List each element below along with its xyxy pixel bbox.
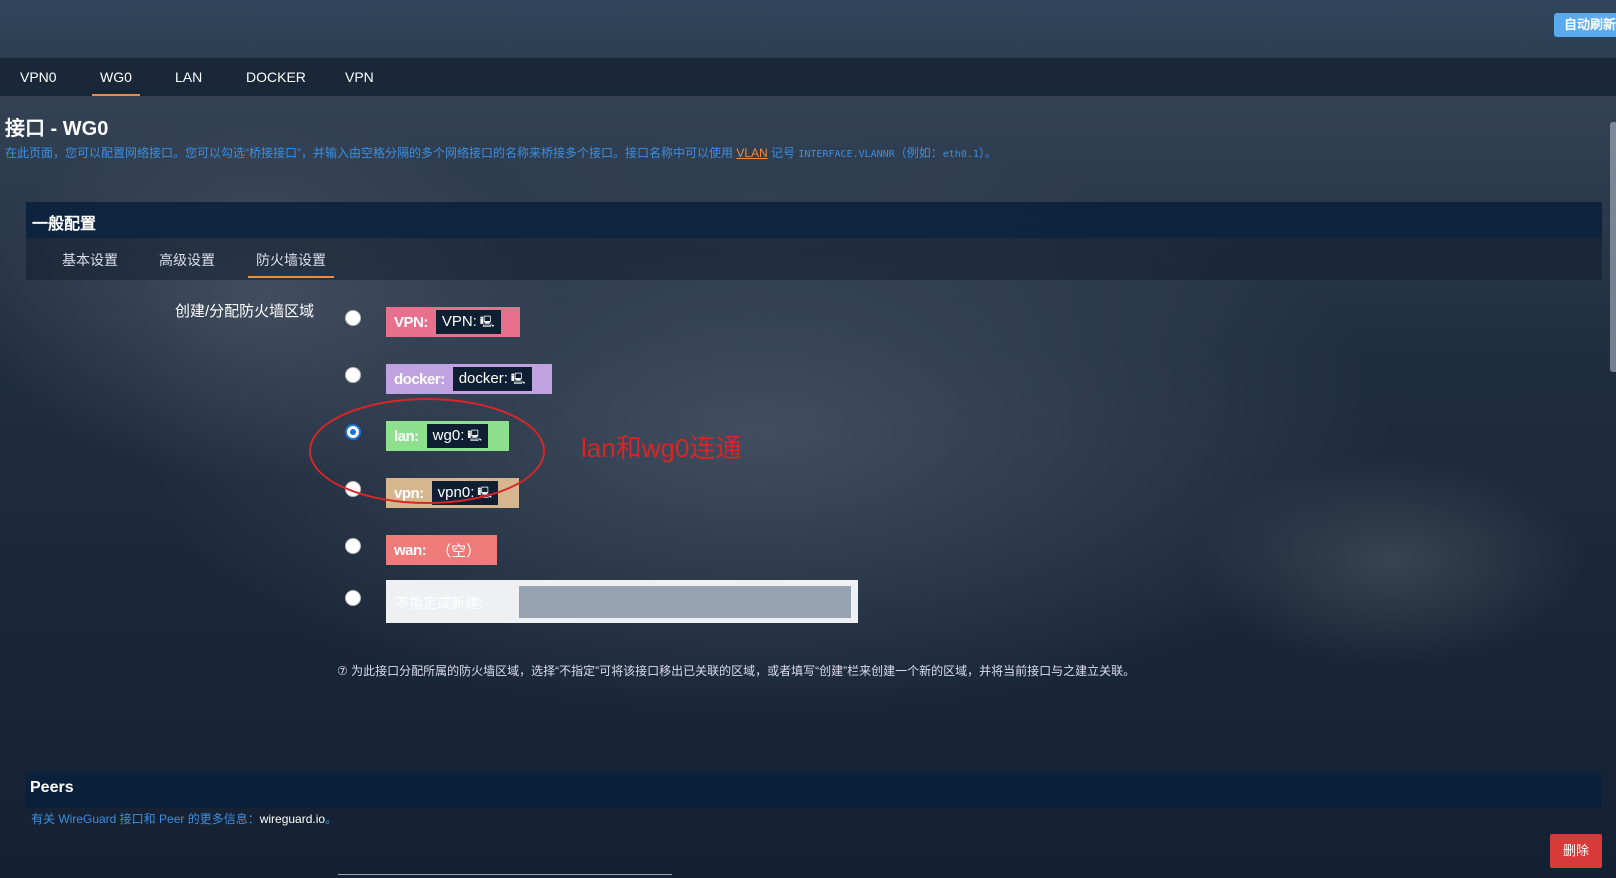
tab-docker[interactable]: DOCKER (246, 58, 306, 96)
config-subtabs: 基本设置 高级设置 防火墙设置 (26, 238, 1602, 280)
desc-code: INTERFACE.VLANNR (798, 149, 895, 160)
tab-lan[interactable]: LAN (175, 58, 202, 96)
network-icon: 🖳 (479, 316, 495, 328)
zone-name: docker: (394, 370, 445, 388)
delete-button[interactable]: 删除 (1550, 834, 1602, 868)
bridge-icon: 🖳 (510, 373, 526, 385)
peers-info-end: 。 (325, 812, 338, 826)
page-description: 在此页面，您可以配置网络接口。您可以勾选“桥接接口”，并输入由空格分隔的多个网络… (5, 144, 997, 161)
zone-empty-text: （空） (436, 542, 482, 560)
desc-text-after: （例如： (894, 146, 943, 160)
page-title: 接口 - WG0 (5, 118, 109, 140)
tab-vpn[interactable]: VPN (345, 58, 374, 96)
zone-badge-docker: docker: docker: 🖳 (386, 364, 552, 394)
tab-firewall-settings[interactable]: 防火墙设置 (248, 250, 334, 278)
peers-info-text: 有关 WireGuard 接口和 Peer 的更多信息： (31, 812, 260, 826)
peers-info: 有关 WireGuard 接口和 Peer 的更多信息：wireguard.io… (31, 810, 337, 827)
peers-title: Peers (30, 779, 74, 796)
vlan-link[interactable]: VLAN (736, 146, 767, 160)
firewall-help-text: ⑦ 为此接口分配所属的防火墙区域，选择“不指定”可将该接口移出已关联的区域，或者… (337, 664, 1136, 678)
new-zone-input[interactable] (519, 586, 851, 618)
interface-tabs: VPN0 WG0 LAN DOCKER VPN (0, 58, 1616, 96)
desc-text-mid: 记号 (767, 146, 799, 160)
zone-radio-vpn-upper[interactable] (345, 310, 361, 326)
scrollbar[interactable] (1610, 122, 1616, 372)
tab-vpn0[interactable]: VPN0 (20, 58, 57, 96)
zone-radio-unspecified[interactable] (345, 590, 361, 606)
zone-badge-vpn-upper: VPN: VPN: 🖳 (386, 307, 520, 337)
peers-header: Peers (26, 772, 1602, 808)
divider (338, 874, 672, 875)
tab-wg0[interactable]: WG0 (92, 58, 140, 96)
top-bar: 自动刷新 (0, 0, 1616, 58)
interface-name: docker: (458, 370, 508, 387)
desc-text-end: ）。 (978, 146, 997, 160)
new-zone-field: 不指定或新建: (386, 580, 858, 623)
firewall-zone-label: 创建/分配防火墙区域 (175, 303, 315, 320)
section-title: 一般配置 (32, 216, 97, 233)
zone-name: VPN: (394, 313, 428, 331)
general-config-header: 一般配置 (26, 202, 1602, 238)
new-zone-label: 不指定或新建: (395, 595, 483, 611)
zone-interface: VPN: 🖳 (435, 310, 501, 334)
zone-interface: docker: 🖳 (452, 367, 532, 391)
interface-name: VPN: (441, 313, 477, 330)
zone-radio-wan[interactable] (345, 538, 361, 554)
auto-refresh-button[interactable]: 自动刷新 (1554, 13, 1616, 37)
tab-basic-settings[interactable]: 基本设置 (62, 250, 118, 270)
zone-badge-wan: wan: （空） (386, 535, 497, 565)
wireguard-link[interactable]: wireguard.io (260, 812, 325, 826)
zone-radio-docker[interactable] (345, 367, 361, 383)
annotation-text: lan和wg0连通 (581, 433, 742, 463)
desc-example: eth0.1 (942, 149, 979, 160)
zone-name: wan: (394, 541, 427, 559)
desc-text: 在此页面，您可以配置网络接口。您可以勾选“桥接接口”，并输入由空格分隔的多个网络… (5, 146, 737, 160)
annotation-ellipse (309, 398, 545, 504)
tab-advanced-settings[interactable]: 高级设置 (159, 250, 215, 270)
